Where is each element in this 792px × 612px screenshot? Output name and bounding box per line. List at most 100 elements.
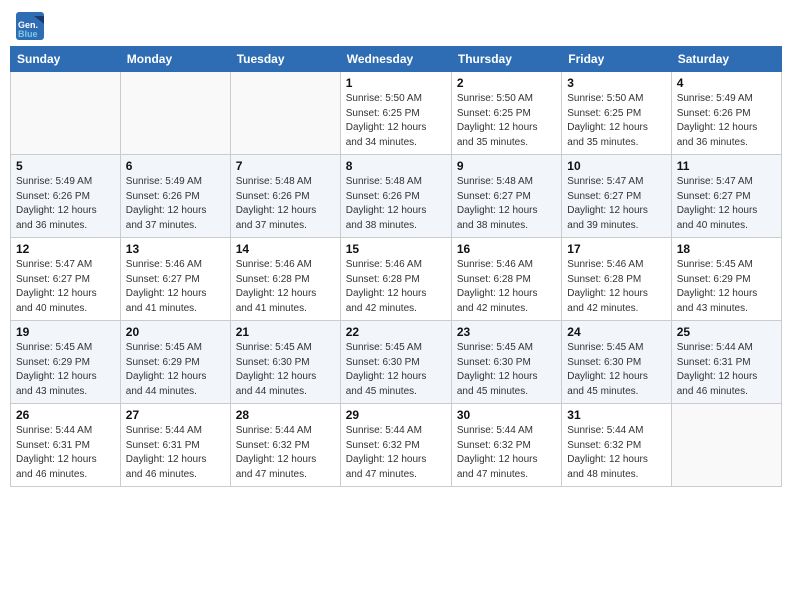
day-number: 8 [346, 159, 446, 173]
calendar-cell: 19 Sunrise: 5:45 AM Sunset: 6:29 PM Dayli… [11, 321, 121, 404]
column-header-wednesday: Wednesday [340, 47, 451, 72]
day-detail: Sunrise: 5:47 AM Sunset: 6:27 PM Dayligh… [16, 258, 115, 316]
calendar-cell: 25Sunrise: 5:44 AM Sunset: 6:31 PM Dayli… [671, 321, 781, 404]
day-number: 11 [677, 159, 776, 173]
day-number: 7 [236, 159, 335, 173]
day-number: 9 [457, 159, 556, 173]
day-detail: Sunrise: 5:45 AM Sunset: 6:30 PM Dayligh… [236, 341, 335, 399]
day-detail: Sunrise: 5:50 AM Sunset: 6:25 PM Dayligh… [567, 92, 665, 150]
svg-text:Blue: Blue [18, 29, 38, 39]
calendar-week-row: 26 Sunrise: 5:44 AM Sunset: 6:31 PM Dayli… [11, 404, 782, 487]
day-detail: Sunrise: 5:47 AM Sunset: 6:27 PM Dayligh… [567, 175, 665, 233]
day-number: 31 [567, 408, 665, 422]
calendar-week-row: 1Sunrise: 5:50 AM Sunset: 6:25 PM Daylig… [11, 72, 782, 155]
day-detail: Sunrise: 5:45 AM Sunset: 6:29 PM Dayligh… [126, 341, 225, 399]
calendar-cell: 20 Sunrise: 5:45 AM Sunset: 6:29 PM Dayli… [120, 321, 230, 404]
calendar-cell: 24 Sunrise: 5:45 AM Sunset: 6:30 PM Dayli… [562, 321, 671, 404]
calendar-cell: 1Sunrise: 5:50 AM Sunset: 6:25 PM Daylig… [340, 72, 451, 155]
day-detail: Sunrise: 5:45 AM Sunset: 6:29 PM Dayligh… [677, 258, 776, 316]
day-detail: Sunrise: 5:49 AM Sunset: 6:26 PM Dayligh… [126, 175, 225, 233]
day-detail: Sunrise: 5:46 AM Sunset: 6:28 PM Dayligh… [236, 258, 335, 316]
column-header-monday: Monday [120, 47, 230, 72]
calendar-cell: 15 Sunrise: 5:46 AM Sunset: 6:28 PM Dayli… [340, 238, 451, 321]
calendar-table: SundayMondayTuesdayWednesdayThursdayFrid… [10, 46, 782, 487]
day-detail: Sunrise: 5:50 AM Sunset: 6:25 PM Dayligh… [457, 92, 556, 150]
day-number: 16 [457, 242, 556, 256]
calendar-cell: 18Sunrise: 5:45 AM Sunset: 6:29 PM Dayli… [671, 238, 781, 321]
calendar-cell: 9Sunrise: 5:48 AM Sunset: 6:27 PM Daylig… [451, 155, 561, 238]
day-number: 20 [126, 325, 225, 339]
calendar-cell: 21 Sunrise: 5:45 AM Sunset: 6:30 PM Dayli… [230, 321, 340, 404]
calendar-cell: 14 Sunrise: 5:46 AM Sunset: 6:28 PM Dayli… [230, 238, 340, 321]
column-header-tuesday: Tuesday [230, 47, 340, 72]
day-detail: Sunrise: 5:48 AM Sunset: 6:26 PM Dayligh… [236, 175, 335, 233]
day-detail: Sunrise: 5:44 AM Sunset: 6:31 PM Dayligh… [16, 424, 115, 482]
calendar-week-row: 19 Sunrise: 5:45 AM Sunset: 6:29 PM Dayli… [11, 321, 782, 404]
calendar-cell: 7 Sunrise: 5:48 AM Sunset: 6:26 PM Daylig… [230, 155, 340, 238]
day-detail: Sunrise: 5:45 AM Sunset: 6:30 PM Dayligh… [567, 341, 665, 399]
column-header-sunday: Sunday [11, 47, 121, 72]
day-number: 19 [16, 325, 115, 339]
calendar-cell: 4 Sunrise: 5:49 AM Sunset: 6:26 PM Daylig… [671, 72, 781, 155]
day-detail: Sunrise: 5:45 AM Sunset: 6:29 PM Dayligh… [16, 341, 115, 399]
day-detail: Sunrise: 5:44 AM Sunset: 6:32 PM Dayligh… [236, 424, 335, 482]
column-header-thursday: Thursday [451, 47, 561, 72]
calendar-cell: 3 Sunrise: 5:50 AM Sunset: 6:25 PM Daylig… [562, 72, 671, 155]
page-header: Gen. Blue [10, 10, 782, 38]
day-number: 2 [457, 76, 556, 90]
calendar-cell: 29Sunrise: 5:44 AM Sunset: 6:32 PM Dayli… [340, 404, 451, 487]
calendar-cell: 10 Sunrise: 5:47 AM Sunset: 6:27 PM Dayli… [562, 155, 671, 238]
calendar-cell: 5Sunrise: 5:49 AM Sunset: 6:26 PM Daylig… [11, 155, 121, 238]
calendar-cell: 31 Sunrise: 5:44 AM Sunset: 6:32 PM Dayli… [562, 404, 671, 487]
day-detail: Sunrise: 5:44 AM Sunset: 6:31 PM Dayligh… [126, 424, 225, 482]
day-detail: Sunrise: 5:49 AM Sunset: 6:26 PM Dayligh… [677, 92, 776, 150]
calendar-cell: 16 Sunrise: 5:46 AM Sunset: 6:28 PM Dayli… [451, 238, 561, 321]
day-detail: Sunrise: 5:44 AM Sunset: 6:32 PM Dayligh… [457, 424, 556, 482]
day-number: 15 [346, 242, 446, 256]
day-number: 30 [457, 408, 556, 422]
day-detail: Sunrise: 5:50 AM Sunset: 6:25 PM Dayligh… [346, 92, 446, 150]
day-number: 29 [346, 408, 446, 422]
column-header-saturday: Saturday [671, 47, 781, 72]
day-number: 25 [677, 325, 776, 339]
day-number: 24 [567, 325, 665, 339]
logo-icon: Gen. Blue [14, 10, 42, 38]
day-detail: Sunrise: 5:45 AM Sunset: 6:30 PM Dayligh… [457, 341, 556, 399]
calendar-cell: 26 Sunrise: 5:44 AM Sunset: 6:31 PM Dayli… [11, 404, 121, 487]
calendar-cell: 8Sunrise: 5:48 AM Sunset: 6:26 PM Daylig… [340, 155, 451, 238]
day-number: 14 [236, 242, 335, 256]
calendar-cell: 12 Sunrise: 5:47 AM Sunset: 6:27 PM Dayli… [11, 238, 121, 321]
day-detail: Sunrise: 5:49 AM Sunset: 6:26 PM Dayligh… [16, 175, 115, 233]
calendar-cell [11, 72, 121, 155]
day-number: 12 [16, 242, 115, 256]
day-number: 3 [567, 76, 665, 90]
calendar-cell [120, 72, 230, 155]
day-number: 4 [677, 76, 776, 90]
calendar-cell: 17Sunrise: 5:46 AM Sunset: 6:28 PM Dayli… [562, 238, 671, 321]
day-detail: Sunrise: 5:46 AM Sunset: 6:28 PM Dayligh… [346, 258, 446, 316]
day-number: 26 [16, 408, 115, 422]
calendar-cell [671, 404, 781, 487]
calendar-cell: 28 Sunrise: 5:44 AM Sunset: 6:32 PM Dayli… [230, 404, 340, 487]
calendar-cell: 2 Sunrise: 5:50 AM Sunset: 6:25 PM Daylig… [451, 72, 561, 155]
day-number: 10 [567, 159, 665, 173]
day-detail: Sunrise: 5:46 AM Sunset: 6:28 PM Dayligh… [457, 258, 556, 316]
column-header-friday: Friday [562, 47, 671, 72]
day-number: 27 [126, 408, 225, 422]
calendar-cell: 23 Sunrise: 5:45 AM Sunset: 6:30 PM Dayli… [451, 321, 561, 404]
day-detail: Sunrise: 5:46 AM Sunset: 6:27 PM Dayligh… [126, 258, 225, 316]
day-number: 6 [126, 159, 225, 173]
day-number: 13 [126, 242, 225, 256]
logo: Gen. Blue [14, 10, 44, 38]
day-detail: Sunrise: 5:44 AM Sunset: 6:32 PM Dayligh… [567, 424, 665, 482]
calendar-week-row: 12 Sunrise: 5:47 AM Sunset: 6:27 PM Dayli… [11, 238, 782, 321]
day-detail: Sunrise: 5:45 AM Sunset: 6:30 PM Dayligh… [346, 341, 446, 399]
day-number: 28 [236, 408, 335, 422]
day-detail: Sunrise: 5:46 AM Sunset: 6:28 PM Dayligh… [567, 258, 665, 316]
calendar-cell: 13 Sunrise: 5:46 AM Sunset: 6:27 PM Dayli… [120, 238, 230, 321]
day-number: 21 [236, 325, 335, 339]
calendar-cell: 27 Sunrise: 5:44 AM Sunset: 6:31 PM Dayli… [120, 404, 230, 487]
calendar-cell: 6 Sunrise: 5:49 AM Sunset: 6:26 PM Daylig… [120, 155, 230, 238]
calendar-week-row: 5Sunrise: 5:49 AM Sunset: 6:26 PM Daylig… [11, 155, 782, 238]
day-number: 23 [457, 325, 556, 339]
